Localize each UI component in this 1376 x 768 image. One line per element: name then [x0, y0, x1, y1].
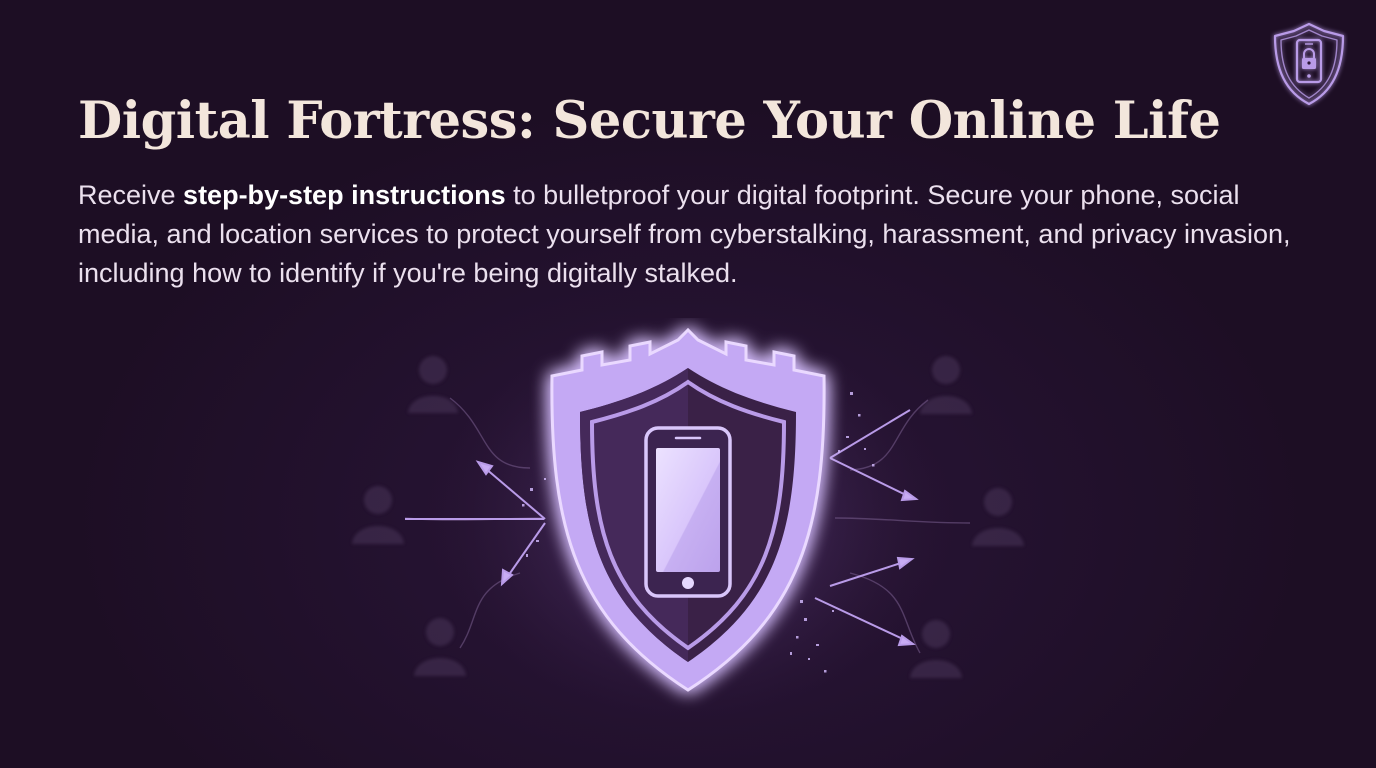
description-emphasis: step-by-step instructions — [183, 180, 506, 210]
person-silhouette-icon — [920, 356, 972, 414]
person-silhouette-icon — [414, 618, 466, 676]
person-silhouette-icon — [408, 356, 458, 413]
shield-phone-lock-icon — [1273, 22, 1345, 106]
phone-icon — [644, 426, 732, 598]
castle-shield-phone-icon — [352, 318, 1024, 718]
page-title: Digital Fortress: Secure Your Online Lif… — [78, 91, 1221, 151]
description: Receive step-by-step instructions to bul… — [78, 176, 1318, 293]
person-silhouette-icon — [352, 486, 404, 544]
description-prefix: Receive — [78, 180, 184, 210]
slide: Digital Fortress: Secure Your Online Lif… — [0, 0, 1376, 768]
person-silhouette-icon — [972, 488, 1024, 546]
